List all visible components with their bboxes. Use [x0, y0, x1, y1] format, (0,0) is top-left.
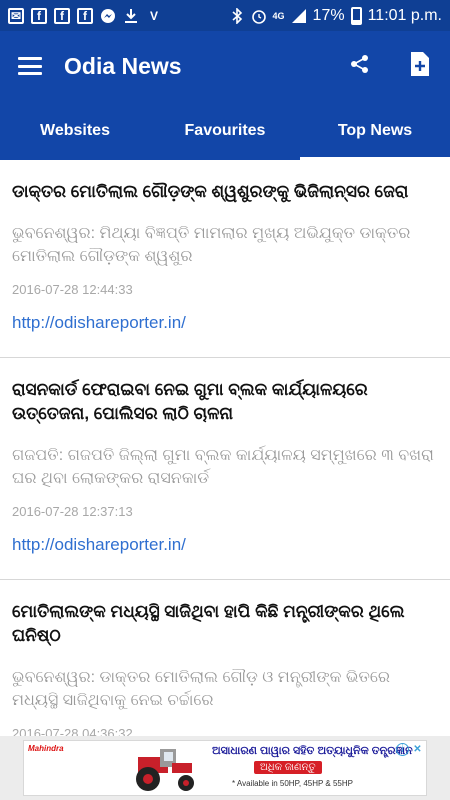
news-item[interactable]: ମୋତିଲାଲଙ୍କ ମଧ୍ୟସ୍ଥି ସାଜିଥିବା ହାପି କିଛି ମ…	[0, 580, 450, 736]
ad-controls: i ✕	[396, 743, 424, 756]
battery-percent: 17%	[312, 6, 345, 24]
facebook-icon: f	[31, 7, 47, 24]
tab-websites[interactable]: Websites	[0, 101, 150, 160]
news-headline: ରାସନକାର୍ଡ ଫେରାଇବା ନେଇ ଗୁମା ବ୍ଲକ କାର୍ଯ୍ୟା…	[12, 380, 368, 423]
battery-icon	[350, 6, 362, 25]
facebook-icon: f	[54, 7, 70, 24]
facebook-icon: f	[77, 7, 93, 24]
news-item[interactable]: ଡାକ୍ତର ମୋତିଲାଲ ଗୌଡ଼ଙ୍କ ଶ୍ୱଶୁରଙ୍କୁ ଭିଜିଲା…	[0, 160, 450, 358]
news-timestamp: 2016-07-28 12:44:33	[12, 282, 133, 297]
download-icon	[123, 8, 139, 24]
app-title: Odia News	[64, 52, 182, 79]
tab-top-news[interactable]: Top News	[300, 101, 450, 160]
clock: 11:01 p.m.	[367, 6, 442, 24]
ad-brand: Mahindra	[28, 744, 64, 753]
tab-favourites[interactable]: Favourites	[150, 101, 300, 160]
info-icon[interactable]: i	[396, 743, 409, 756]
news-list[interactable]: ଡାକ୍ତର ମୋତିଲାଲ ଗୌଡ଼ଙ୍କ ଶ୍ୱଶୁରଙ୍କୁ ଭିଜିଲା…	[0, 160, 450, 736]
notification-icons: ✉ f f f V	[8, 7, 162, 24]
tab-bar: Websites Favourites Top News	[0, 101, 450, 160]
close-icon[interactable]: ✕	[411, 743, 424, 756]
vivo-icon: V	[149, 8, 158, 23]
ad-headline: ଅସାଧାରଣ ପାୱାର ସହିତ ଅତ୍ୟାଧୁନିକ ତନ୍ତ୍ରଜ୍ଞା…	[212, 745, 413, 757]
news-source-link[interactable]: http://odishareporter.in/	[12, 535, 438, 579]
signal-icon	[291, 8, 307, 24]
hamburger-menu-icon	[18, 57, 42, 75]
add-news-button[interactable]	[390, 31, 450, 101]
news-description: ଭୁବନେଶ୍ୱର: ମିଥ୍ୟା ବିଜ୍ଞପ୍ତି ମାମଲାର ମୁଖ୍ୟ…	[12, 225, 411, 265]
mail-icon: ✉	[8, 7, 24, 24]
bluetooth-icon	[229, 7, 245, 24]
ad-content[interactable]: Mahindra ଅସାଧାରଣ ପାୱାର ସହିତ ଅତ୍ୟାଧୁନିକ ତ…	[23, 740, 427, 796]
news-description: ଗଜପତି: ଗଜପତି ଜିଲ୍ଲା ଗୁମା ବ୍ଲକ କାର୍ଯ୍ୟାଳୟ…	[12, 447, 434, 487]
news-source-link[interactable]: http://odishareporter.in/	[12, 313, 438, 357]
menu-button[interactable]	[0, 31, 60, 101]
share-button[interactable]	[330, 31, 390, 101]
share-icon	[349, 53, 371, 80]
news-headline: ମୋତିଲାଲଙ୍କ ମଧ୍ୟସ୍ଥି ସାଜିଥିବା ହାପି କିଛି ମ…	[12, 602, 405, 645]
ad-banner[interactable]: Mahindra ଅସାଧାରଣ ପାୱାର ସହିତ ଅତ୍ୟାଧୁନିକ ତ…	[0, 736, 450, 800]
news-timestamp: 2016-07-28 04:36:32	[12, 726, 133, 736]
alarm-icon	[251, 8, 267, 24]
app-bar: Odia News	[0, 31, 450, 101]
network-type: 4G	[272, 10, 285, 21]
news-description: ଭୁବନେଶ୍ୱର: ଡାକ୍ତର ମୋତିଲାଲ ଗୌଡ଼ ଓ ମନ୍ତ୍ରୀ…	[12, 669, 391, 709]
status-bar: ✉ f f f V 4G 17% 11:01 p.m.	[0, 0, 450, 31]
ad-footnote: * Available in 50HP, 45HP & 55HP	[232, 779, 353, 788]
news-timestamp: 2016-07-28 12:37:13	[12, 504, 133, 519]
ad-cta-button[interactable]: ଅଧିକ ଜାଣନ୍ତୁ	[254, 761, 322, 774]
news-item[interactable]: ରାସନକାର୍ଡ ଫେରାଇବା ନେଇ ଗୁମା ବ୍ଲକ କାର୍ଯ୍ୟା…	[0, 358, 450, 580]
tractor-image	[136, 749, 194, 791]
news-headline: ଡାକ୍ତର ମୋତିଲାଲ ଗୌଡ଼ଙ୍କ ଶ୍ୱଶୁରଙ୍କୁ ଭିଜିଲା…	[12, 182, 409, 201]
system-status: 4G 17% 11:01 p.m.	[229, 6, 442, 25]
add-document-icon	[409, 51, 431, 82]
messenger-icon	[100, 8, 116, 24]
